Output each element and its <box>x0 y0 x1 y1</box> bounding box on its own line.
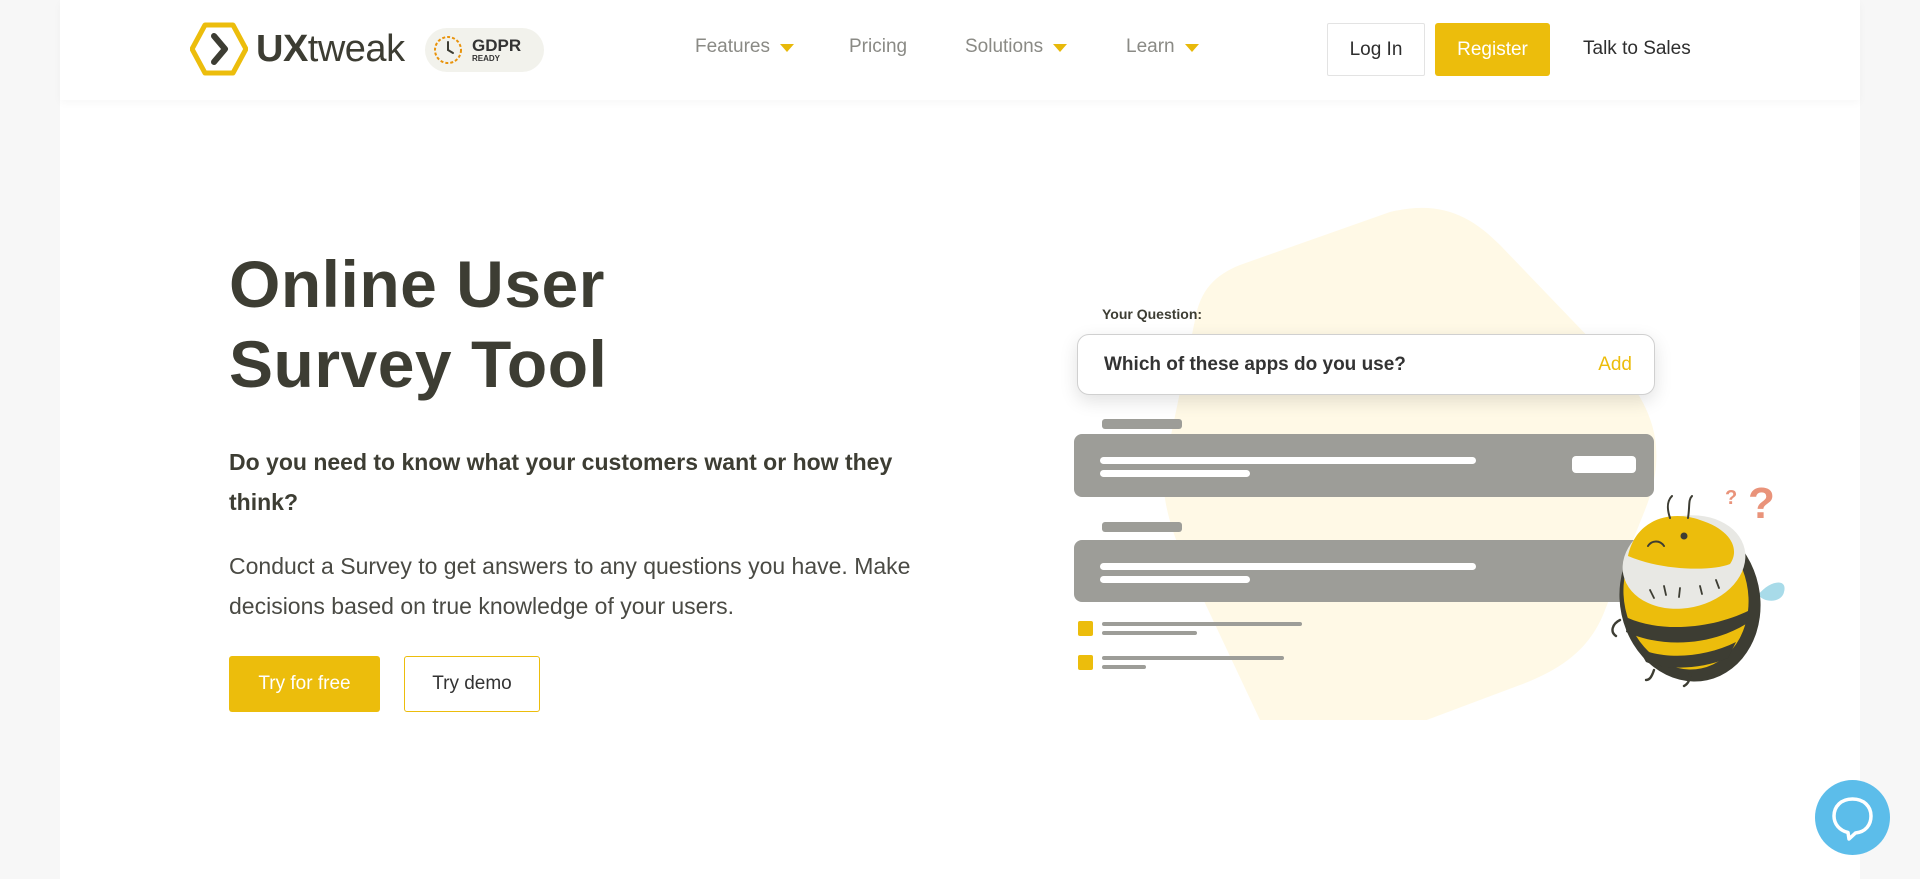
nav-features-label: Features <box>695 36 770 57</box>
checkbox-text-line <box>1102 656 1284 660</box>
option-card <box>1074 540 1654 602</box>
caret-down-icon <box>1053 44 1068 52</box>
hexagon-chevron-icon <box>190 22 248 76</box>
register-button[interactable]: Register <box>1435 23 1550 76</box>
caret-down-icon <box>1184 44 1199 52</box>
hero-subtitle: Do you need to know what your customers … <box>229 449 893 515</box>
option-text-line <box>1100 457 1476 464</box>
nav-pricing-label: Pricing <box>849 36 908 57</box>
page-title: Online User Survey Tool <box>229 244 607 404</box>
question-text: Which of these apps do you use? <box>1104 354 1406 375</box>
login-button[interactable]: Log In <box>1327 23 1425 76</box>
option-label-bar <box>1102 419 1182 429</box>
checkbox-text-line <box>1102 622 1302 626</box>
question-marks-icon: ? <box>1725 487 1737 509</box>
checkbox-text-line <box>1102 665 1146 669</box>
nav-pricing[interactable]: Pricing <box>849 36 907 58</box>
talk-to-sales-link[interactable]: Talk to Sales <box>1583 38 1691 60</box>
option-text-line <box>1100 470 1250 477</box>
try-for-free-button[interactable]: Try for free <box>229 656 380 712</box>
logo-text: UXtweak <box>256 28 405 71</box>
clock-badge-icon <box>434 36 462 64</box>
option-text-line <box>1100 563 1476 570</box>
nav-learn-label: Learn <box>1126 36 1175 57</box>
gdpr-sublabel: READY <box>472 53 501 63</box>
caret-down-icon <box>779 44 794 52</box>
add-question-button: Add <box>1598 354 1632 375</box>
uxtweak-logo[interactable]: UXtweak <box>190 22 405 76</box>
logo-text-light: tweak <box>307 27 405 70</box>
logo-text-bold: UX <box>256 27 308 70</box>
question-label: Your Question: <box>1102 306 1203 322</box>
checkbox-icon <box>1078 621 1093 636</box>
survey-illustration: ? ? <box>1074 207 1785 720</box>
option-text-line <box>1100 576 1250 583</box>
question-marks-big-icon: ? <box>1748 479 1775 528</box>
option-card <box>1074 434 1654 497</box>
chat-widget-button[interactable] <box>1815 780 1890 855</box>
option-label-bar <box>1102 522 1182 532</box>
try-demo-button[interactable]: Try demo <box>404 656 540 712</box>
gdpr-badge[interactable]: GDPR READY <box>425 28 544 72</box>
page-title-line-1: Online User <box>229 247 605 321</box>
nav-learn[interactable]: Learn <box>1126 36 1199 58</box>
question-input: Which of these apps do you use? Add <box>1077 334 1655 395</box>
gdpr-label: GDPR <box>472 35 522 55</box>
hero-description: Conduct a Survey to get answers to any q… <box>229 553 911 619</box>
option-pill <box>1572 456 1636 473</box>
nav-solutions-label: Solutions <box>965 36 1044 57</box>
page-content: UXtweak GDPR READY Features Pricing Solu… <box>60 0 1860 879</box>
checkbox-text-line <box>1102 631 1197 635</box>
page-title-line-2: Survey Tool <box>229 327 608 401</box>
chat-bubble-icon <box>1832 797 1873 841</box>
nav-features[interactable]: Features <box>695 36 794 58</box>
checkbox-icon <box>1078 655 1093 670</box>
site-header: UXtweak GDPR READY Features Pricing Solu… <box>60 0 1860 100</box>
nav-solutions[interactable]: Solutions <box>965 36 1068 58</box>
